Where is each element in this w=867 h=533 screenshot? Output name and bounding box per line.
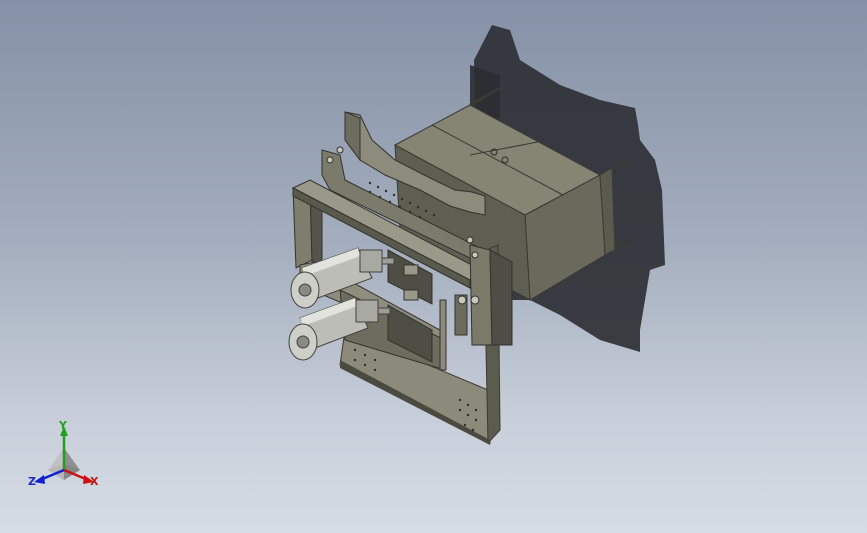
axis-z-label: Z <box>28 475 36 488</box>
assembly-model[interactable] <box>0 0 867 533</box>
cad-viewport[interactable]: Y X Z <box>0 0 867 533</box>
coordinate-triad[interactable]: Y X Z <box>24 418 104 498</box>
axis-x-label: X <box>90 475 99 488</box>
axis-y-label: Y <box>59 419 67 432</box>
